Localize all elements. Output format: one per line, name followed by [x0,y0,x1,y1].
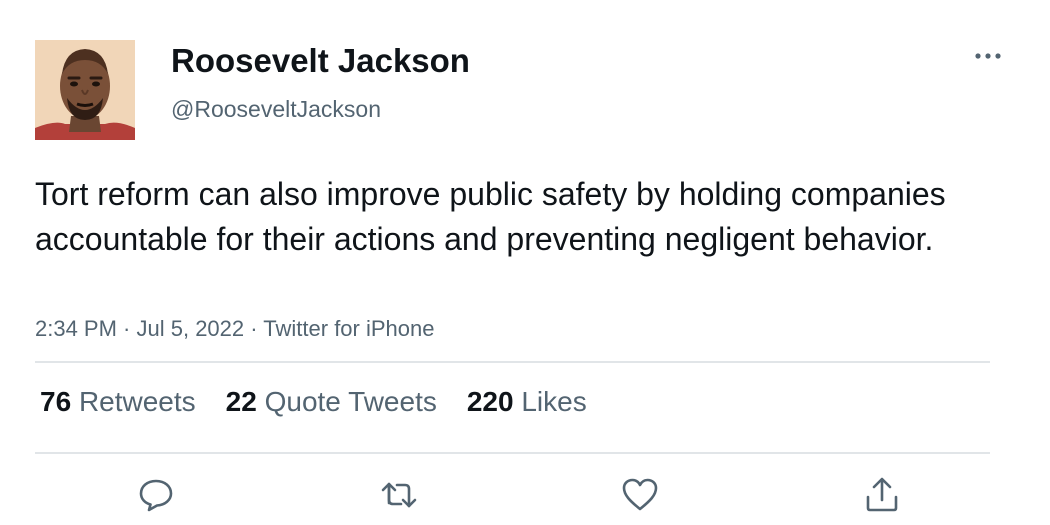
tweet-meta: 2:34 PM · Jul 5, 2022 · Twitter for iPho… [35,316,434,342]
quote-tweets-label: Quote Tweets [264,386,437,417]
retweets-count: 76 [40,386,72,417]
reply-icon [139,479,173,512]
tweet-date[interactable]: Jul 5, 2022 [137,316,245,341]
engagement-stats: 76 Retweets 22 Quote Tweets 220 Likes [40,386,587,418]
user-handle[interactable]: @RooseveltJackson [171,96,381,123]
likes-label: Likes [521,386,587,417]
like-button[interactable] [620,475,660,515]
tweet-card: Roosevelt Jackson @RooseveltJackson Tort… [0,0,1050,525]
retweets-stat[interactable]: 76 Retweets [40,386,196,418]
likes-stat[interactable]: 220 Likes [467,386,587,418]
retweet-icon [381,482,417,508]
more-button[interactable] [970,44,1006,68]
share-icon [866,477,898,512]
divider [35,361,990,363]
divider [35,452,990,454]
retweets-label: Retweets [78,386,196,417]
share-button[interactable] [862,475,902,515]
quote-tweets-stat[interactable]: 22 Quote Tweets [226,386,437,418]
retweet-button[interactable] [379,475,419,515]
display-name[interactable]: Roosevelt Jackson [171,42,470,80]
reply-button[interactable] [136,475,176,515]
meta-separator: · [116,316,137,341]
action-bar [0,475,1050,515]
tweet-text: Tort reform can also improve public safe… [35,176,946,257]
profile-photo [35,40,135,140]
heart-icon [622,478,658,511]
more-icon [975,53,1001,59]
tweet-time[interactable]: 2:34 PM [35,316,117,341]
quote-tweets-count: 22 [225,386,257,417]
tweet-source[interactable]: Twitter for iPhone [263,316,434,341]
avatar[interactable] [35,40,135,140]
meta-separator: · [244,316,264,341]
likes-count: 220 [466,386,514,417]
